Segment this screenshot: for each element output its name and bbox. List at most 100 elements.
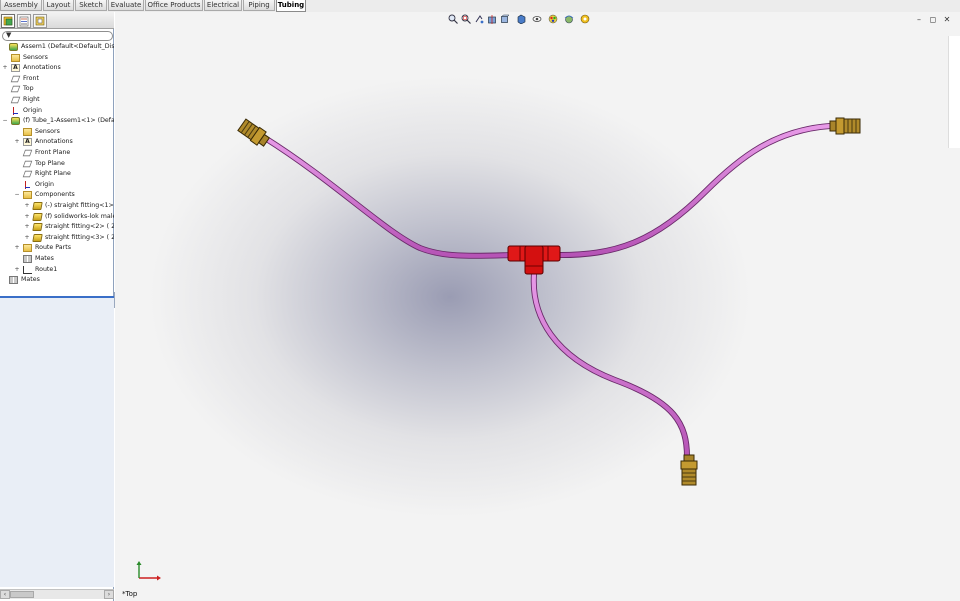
tree-item[interactable]: Mates [0, 275, 114, 286]
tree-item[interactable]: + (f) solidworks-lok male b [0, 212, 114, 223]
heads-up-view-toolbar [448, 12, 628, 26]
assembly-icon [11, 117, 20, 126]
annotations-icon: A [11, 64, 20, 73]
previous-view-icon[interactable] [474, 14, 484, 24]
panel-empty-area [0, 298, 114, 587]
configuration-manager-tab[interactable] [33, 14, 47, 28]
tab-sketch[interactable]: Sketch [75, 0, 107, 11]
expand-icon[interactable]: + [24, 224, 30, 230]
tab-office-products[interactable]: Office Products [145, 0, 203, 11]
tree-item[interactable]: + straight fitting<3> ( 25 [0, 233, 114, 244]
feature-manager-icon [3, 16, 13, 26]
tree-item[interactable]: + (-) straight fitting<1> ( [0, 201, 114, 212]
scroll-right-icon[interactable]: › [104, 590, 114, 599]
apply-scene-icon[interactable] [564, 14, 574, 24]
manager-tabs: » [0, 12, 114, 39]
straight-fitting-bottom[interactable] [680, 454, 698, 486]
tree-item[interactable]: Sensors [0, 127, 114, 138]
route-icon [23, 265, 32, 274]
tree-item[interactable]: + Route1 [0, 265, 114, 276]
tree-item[interactable]: Right Plane [0, 169, 114, 180]
task-pane-strip[interactable] [948, 36, 960, 148]
tab-electrical[interactable]: Electrical [204, 0, 242, 11]
expand-icon[interactable]: + [14, 266, 20, 273]
tree-item-label: straight fitting<3> ( 25 [45, 233, 114, 241]
tree-item-label: straight fitting<2> ( 25 [45, 223, 114, 231]
tree-item[interactable]: Front Plane [0, 148, 114, 159]
zoom-area-icon[interactable] [461, 14, 471, 24]
mates-icon [23, 255, 32, 263]
tree-item[interactable]: Front [0, 74, 114, 85]
tree-item-label: Front [23, 74, 39, 82]
property-manager-icon [19, 16, 29, 27]
view-orientation-label: *Top [122, 590, 138, 598]
tree-item[interactable]: Right [0, 95, 114, 106]
tube-route-upper-right[interactable] [552, 123, 833, 259]
horizontal-scrollbar[interactable]: ‹ › [0, 589, 114, 599]
window-controls: – ◻ ✕ [914, 15, 954, 25]
tree-item[interactable]: + straight fitting<2> ( 25 [0, 222, 114, 233]
tree-item[interactable]: Top Plane [0, 159, 114, 170]
tree-item[interactable]: Origin [0, 106, 114, 117]
tree-item[interactable]: Mates [0, 254, 114, 265]
property-manager-tab[interactable] [17, 14, 31, 28]
tab-layout[interactable]: Layout [43, 0, 74, 11]
tree-item[interactable]: + Route Parts [0, 243, 114, 254]
scroll-left-icon[interactable]: ‹ [0, 590, 10, 599]
straight-fitting-upper-left[interactable] [237, 118, 271, 148]
view-settings-icon[interactable] [580, 14, 590, 24]
tee-fitting[interactable] [507, 245, 561, 275]
tree-item[interactable]: + A Annotations [0, 137, 114, 148]
edit-appearance-icon[interactable] [548, 14, 558, 24]
close-icon[interactable]: ✕ [942, 15, 952, 25]
minimize-icon[interactable]: – [914, 15, 924, 25]
tree-item[interactable]: + A Annotations [0, 63, 114, 74]
restore-icon[interactable]: ◻ [928, 15, 938, 25]
tube-route-lower[interactable] [530, 271, 690, 460]
tab-piping[interactable]: Piping [243, 0, 275, 11]
graphics-area[interactable]: – ◻ ✕ *Top [115, 12, 960, 601]
expand-icon[interactable]: + [14, 245, 20, 251]
tree-item[interactable]: Origin [0, 180, 114, 191]
expand-icon[interactable]: + [24, 234, 30, 241]
plane-icon [22, 170, 33, 178]
scrollbar-thumb[interactable] [10, 591, 34, 598]
tube-assembly-model[interactable] [115, 12, 960, 601]
tree-item-label: Top Plane [35, 159, 65, 167]
tree-item-label: Origin [35, 180, 55, 188]
feature-manager-tab[interactable] [1, 14, 15, 28]
tree-item[interactable]: Assem1 (Default<Default_Display S [0, 42, 114, 53]
reference-triad-icon [136, 561, 161, 581]
collapse-icon[interactable]: − [2, 118, 8, 124]
plane-icon [10, 75, 21, 82]
annotations-icon: A [23, 138, 32, 147]
feature-manager-panel: » ▼ Assem1 (Default<Default_Display S Sen… [0, 12, 114, 601]
view-orientation-icon[interactable] [500, 14, 510, 24]
collapse-icon[interactable]: − [14, 192, 20, 198]
tab-assembly[interactable]: Assembly [0, 0, 42, 11]
section-view-icon[interactable] [487, 14, 497, 24]
origin-icon [23, 180, 30, 189]
straight-fitting-upper-right[interactable] [829, 117, 861, 135]
tube-route-upper-left[interactable] [262, 135, 518, 259]
part-icon [32, 212, 43, 221]
tree-item-label: (f) solidworks-lok male b [45, 212, 114, 220]
expand-icon[interactable]: + [24, 203, 30, 209]
zoom-to-fit-icon[interactable] [448, 14, 458, 24]
feature-tree: Assem1 (Default<Default_Display S Sensors… [0, 42, 114, 295]
tree-item[interactable]: − Components [0, 190, 114, 201]
tab-evaluate[interactable]: Evaluate [108, 0, 144, 11]
tree-filter-field[interactable]: ▼ [2, 31, 113, 41]
folder-icon [23, 191, 32, 200]
hide-show-items-icon[interactable] [532, 14, 542, 24]
tree-item[interactable]: Top [0, 84, 114, 95]
expand-icon[interactable]: + [24, 213, 30, 220]
tab-tubing[interactable]: Tubing [276, 0, 306, 12]
tree-item-label: Mates [35, 255, 54, 262]
tree-item[interactable]: Sensors [0, 53, 114, 64]
expand-icon[interactable]: + [2, 65, 8, 71]
display-style-icon[interactable] [516, 14, 526, 25]
tree-item[interactable]: − (f) Tube_1-Assem1<1> (Default [0, 116, 114, 127]
expand-icon[interactable]: + [14, 139, 20, 145]
assembly-icon [9, 43, 18, 51]
